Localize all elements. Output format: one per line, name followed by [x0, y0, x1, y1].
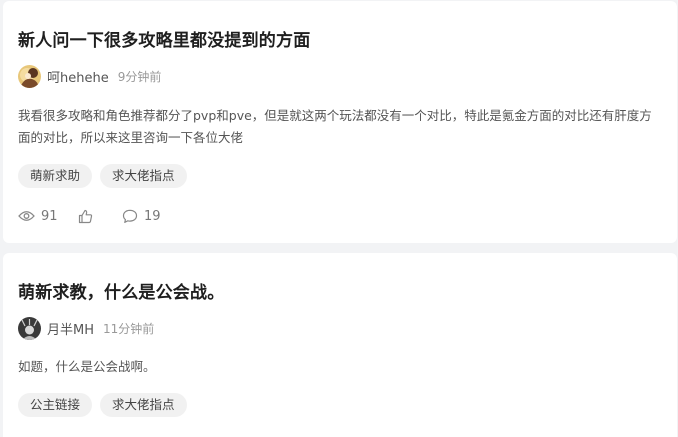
- tag[interactable]: 萌新求助: [18, 164, 93, 188]
- post-card[interactable]: 新人问一下很多攻略里都没提到的方面 呵hehehe 9分钟前 我看很多攻略和角色…: [3, 1, 677, 243]
- tag-list: 公主链接 求大佬指点: [18, 393, 187, 417]
- comment-button[interactable]: 19: [122, 209, 161, 224]
- tag[interactable]: 求大佬指点: [100, 393, 187, 417]
- post-title[interactable]: 萌新求教，什么是公会战。: [18, 278, 224, 303]
- eye-icon: [18, 210, 35, 222]
- like-button[interactable]: [78, 209, 122, 224]
- post-stats: 91 19: [18, 205, 161, 227]
- author-row: 呵hehehe 9分钟前: [18, 64, 161, 88]
- post-card[interactable]: 萌新求教，什么是公会战。 月半MH 11分钟前 如题，什么是公会战啊。 公主链接…: [3, 253, 677, 437]
- post-excerpt[interactable]: 我看很多攻略和角色推荐都分了pvp和pve，但是就这两个玩法都没有一个对比，特此…: [18, 105, 663, 149]
- author-row: 月半MH 11分钟前: [18, 316, 154, 340]
- post-feed: 新人问一下很多攻略里都没提到的方面 呵hehehe 9分钟前 我看很多攻略和角色…: [0, 0, 678, 437]
- tag-list: 萌新求助 求大佬指点: [18, 164, 187, 188]
- view-count-value: 91: [41, 208, 58, 224]
- post-title[interactable]: 新人问一下很多攻略里都没提到的方面: [18, 26, 310, 51]
- author-name[interactable]: 月半MH: [47, 319, 94, 338]
- tag[interactable]: 求大佬指点: [100, 164, 187, 188]
- author-name[interactable]: 呵hehehe: [47, 67, 109, 86]
- post-excerpt[interactable]: 如题，什么是公会战啊。: [18, 356, 663, 378]
- avatar[interactable]: [18, 64, 41, 88]
- post-time: 11分钟前: [103, 321, 155, 336]
- view-count: 91: [18, 209, 78, 224]
- comment-bubble-icon: [122, 209, 138, 224]
- tag[interactable]: 公主链接: [18, 393, 93, 417]
- post-time: 9分钟前: [117, 69, 162, 84]
- thumbs-up-icon: [78, 209, 93, 224]
- comment-count-value: 19: [144, 208, 161, 224]
- avatar[interactable]: [18, 316, 41, 340]
